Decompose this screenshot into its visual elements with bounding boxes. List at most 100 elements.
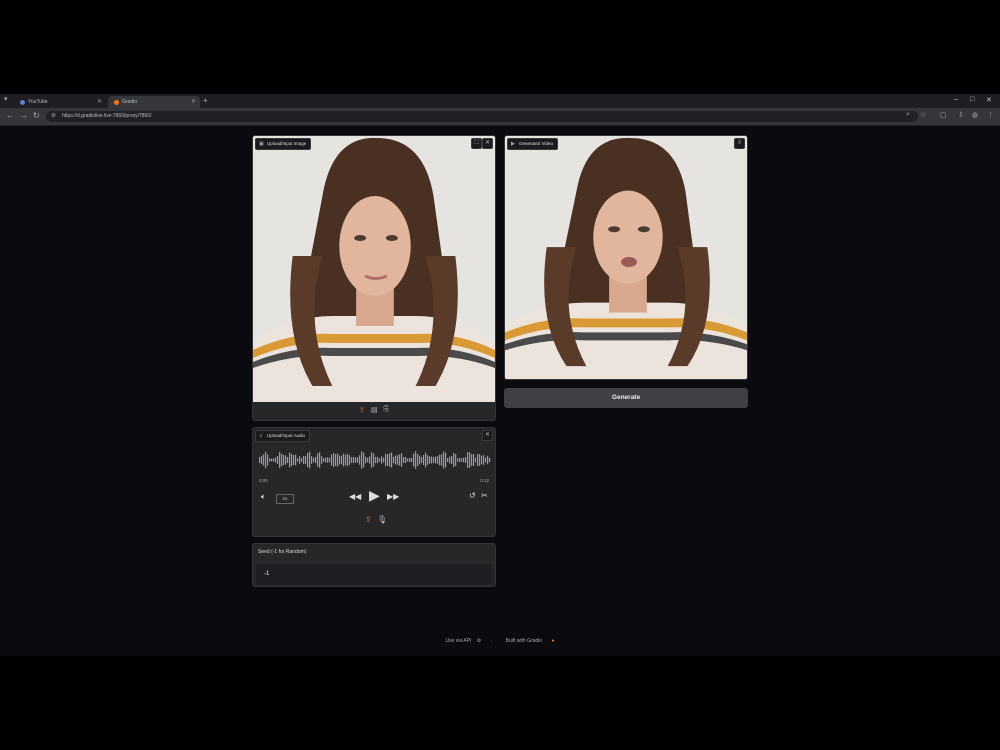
rewind-icon[interactable]: ◀◀ (349, 492, 361, 501)
waveform-bar (283, 454, 285, 466)
gradio-logo-icon: ● (551, 638, 555, 644)
tab-youtube[interactable]: YouTube ✕ (14, 96, 106, 108)
waveform-bar (331, 454, 333, 466)
waveform-bar (479, 454, 481, 466)
waveform-bar (397, 455, 399, 465)
playback-speed-button[interactable]: 1x (276, 494, 294, 504)
waveform-bar (297, 458, 299, 462)
waveform-bar (321, 456, 323, 464)
address-bar[interactable]: ⊕ https://d.gradiolive.live:7860/proxy/7… (46, 111, 918, 122)
menu-icon[interactable]: ⋮ (987, 111, 994, 119)
waveform-bar (301, 458, 303, 462)
close-tab-icon[interactable]: ✕ (97, 98, 102, 105)
extensions-icon[interactable]: ▢ (940, 111, 947, 119)
fast-forward-icon[interactable]: ▶▶ (387, 492, 399, 501)
generate-button[interactable]: Generate (504, 388, 748, 408)
waveform-bar (449, 456, 451, 464)
close-tab-icon[interactable]: ✕ (191, 98, 196, 105)
waveform-bar (411, 457, 413, 463)
waveform-bar (359, 455, 361, 465)
lock-icon: ⊕ (51, 113, 57, 119)
waveform-bar (367, 457, 369, 463)
paste-icon[interactable]: ⎘ (383, 406, 389, 414)
waveform-bar (445, 452, 447, 468)
audio-waveform[interactable] (259, 448, 491, 472)
waveform-bar (421, 456, 423, 464)
waveform-bar (295, 454, 297, 466)
volume-icon[interactable]: 🔈︎ (261, 492, 266, 502)
waveform-bar (299, 456, 301, 464)
close-window-button[interactable]: ✕ (986, 96, 992, 104)
waveform-bar (275, 457, 277, 463)
clear-audio-icon[interactable]: ✕ (482, 430, 493, 441)
built-with-gradio-link[interactable]: Built with Gradio ● (502, 638, 559, 644)
waveform-bar (405, 456, 407, 464)
new-tab-button[interactable]: + (203, 96, 208, 105)
waveform-bar (435, 456, 437, 464)
waveform-bar (313, 457, 315, 463)
generated-video-label: ▶ Generated Video (507, 138, 558, 150)
reload-icon[interactable]: ↻ (33, 111, 40, 120)
undo-icon[interactable]: ↺ (469, 491, 476, 500)
waveform-bar (343, 453, 345, 467)
waveform-bar (459, 457, 461, 463)
maximize-button[interactable]: □ (970, 96, 974, 103)
play-icon[interactable]: ▶ (369, 487, 380, 504)
upload-audio-icon[interactable]: ⇪ (365, 515, 372, 524)
minimize-button[interactable]: – (954, 96, 958, 103)
zoom-icon[interactable]: ⌕ (906, 111, 910, 119)
waveform-bar (481, 455, 483, 465)
audio-time-start: 0:00 (259, 478, 268, 483)
seed-input[interactable]: -1 (256, 564, 492, 584)
waveform-bar (439, 454, 441, 466)
upload-icon[interactable]: ⇪ (359, 406, 365, 414)
tab-label: Gradio (122, 99, 138, 105)
waveform-bar (455, 453, 457, 467)
waveform-bar (415, 451, 417, 469)
waveform-bar (447, 458, 449, 462)
music-icon: ♫ (259, 433, 263, 439)
waveform-bar (391, 452, 393, 468)
trim-icon[interactable]: ✂ (481, 491, 488, 500)
waveform-bar (323, 458, 325, 462)
waveform-bar (463, 457, 465, 463)
fullscreen-icon[interactable]: ⛶ (471, 138, 482, 149)
clear-image-icon[interactable]: ✕ (482, 138, 493, 149)
waveform-bar (361, 451, 363, 469)
waveform-bar (271, 458, 273, 462)
waveform-bar (385, 453, 387, 467)
audio-label-text: Upload/Input Audio (267, 433, 306, 438)
tab-label: YouTube (28, 99, 48, 105)
download-icon[interactable]: ⇩ (958, 111, 964, 119)
waveform-bar (259, 457, 261, 463)
waveform-bar (487, 455, 489, 465)
waveform-bar (307, 452, 309, 468)
microphone-icon[interactable]: 🎙︎ (377, 515, 387, 524)
waveform-bar (265, 451, 267, 469)
gradio-icon (114, 99, 119, 105)
input-image-panel[interactable]: ▣ Upload/Input Image ⛶ ✕ ⇪ ▤ ⎘ (252, 135, 496, 421)
forward-icon[interactable]: → (20, 111, 28, 120)
audio-panel[interactable]: ♫ Upload/Input Audio ✕ 0:00 0:12 🔈︎ 1x ◀… (252, 427, 496, 537)
waveform-bar (351, 457, 353, 463)
download-video-icon[interactable]: ⇩ (734, 138, 745, 149)
waveform-bar (389, 453, 391, 467)
waveform-bar (371, 452, 373, 468)
waveform-bar (427, 455, 429, 465)
generated-video-panel[interactable]: ▶ Generated Video ⇩ (504, 135, 748, 380)
waveform-bar (261, 455, 263, 465)
built-with-gradio-text: Built with Gradio (505, 638, 543, 644)
use-via-api-link[interactable]: Use via API ⚙︎ (441, 638, 481, 644)
clipboard-icon[interactable]: ▤ (371, 406, 378, 414)
waveform-bar (327, 457, 329, 463)
waveform-bar (273, 458, 275, 462)
waveform-bar (311, 456, 313, 464)
waveform-bar (441, 454, 443, 466)
waveform-bar (461, 458, 463, 462)
tab-gradio[interactable]: Gradio ✕ (108, 96, 200, 108)
back-icon[interactable]: ← (6, 111, 14, 120)
bookmark-icon[interactable]: ☆ (920, 111, 926, 119)
profile-icon[interactable]: ◍ (972, 111, 978, 119)
tab-search-icon[interactable]: ▾ (4, 95, 8, 103)
waveform-bar (475, 457, 477, 463)
